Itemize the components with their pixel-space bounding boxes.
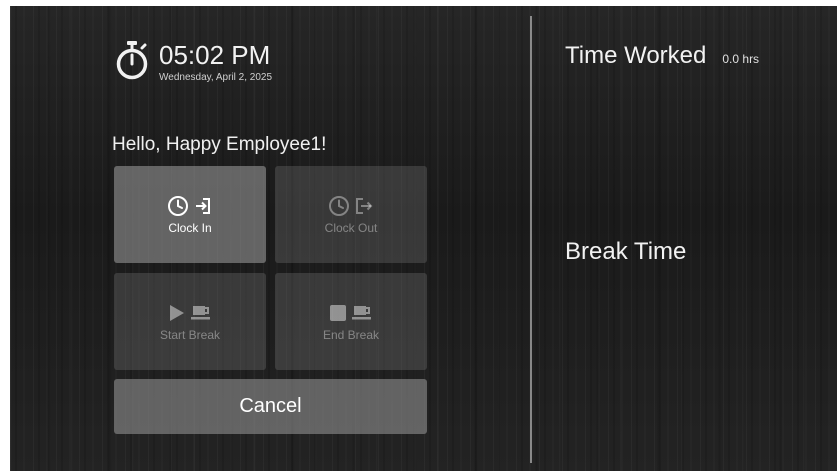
time-block: 05:02 PM Wednesday, April 2, 2025 — [159, 40, 272, 84]
login-arrow-icon — [196, 198, 210, 214]
coffee-cup-icon — [352, 306, 371, 320]
vertical-divider — [530, 16, 532, 463]
current-date: Wednesday, April 2, 2025 — [159, 72, 273, 83]
time-clock-screen: 05:02 PM Wednesday, April 2, 2025 Hello,… — [10, 6, 837, 471]
break-time-label: Break Time — [565, 238, 687, 265]
clock-in-label: Clock In — [168, 221, 212, 235]
stop-icon — [330, 305, 346, 321]
stopwatch-icon — [116, 41, 148, 80]
break-time-row: Break Time — [565, 238, 686, 266]
current-time: 05:02 PM — [159, 40, 271, 70]
clock-in-button[interactable]: Clock In — [114, 166, 266, 263]
clock-out-button[interactable]: Clock Out — [275, 166, 427, 263]
clock-icon — [168, 196, 188, 216]
clock-header: 05:02 PM Wednesday, April 2, 2025 — [114, 40, 272, 84]
start-break-button[interactable]: Start Break — [114, 273, 266, 370]
clock-icon — [329, 196, 349, 216]
start-break-label: Start Break — [159, 328, 221, 342]
coffee-cup-icon — [191, 306, 210, 320]
end-break-button[interactable]: End Break — [275, 273, 427, 370]
play-icon — [170, 305, 184, 321]
time-worked-value: 0.0 hrs — [722, 52, 760, 66]
clock-out-label: Clock Out — [324, 221, 378, 235]
time-worked-row: Time Worked 0.0 hrs — [565, 42, 759, 70]
cancel-button[interactable]: Cancel — [114, 379, 427, 434]
time-worked-label: Time Worked — [565, 42, 707, 69]
logout-arrow-icon — [356, 198, 373, 214]
greeting-text: Hello, Happy Employee1! — [112, 134, 327, 155]
end-break-label: End Break — [322, 328, 380, 342]
